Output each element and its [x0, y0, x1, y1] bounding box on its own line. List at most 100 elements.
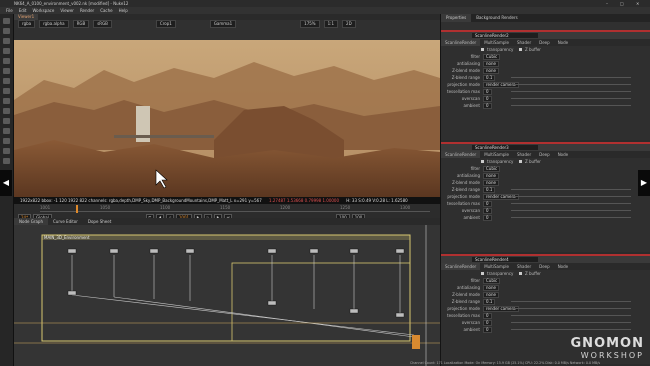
timeline-ruler[interactable]: 1001 1050 1100 1150 1200 1250 1300	[40, 205, 430, 213]
node-name-field[interactable]: ScanlineRender4	[472, 257, 538, 262]
selected-node[interactable]	[412, 335, 420, 349]
zoom-select[interactable]: 175%	[300, 20, 320, 28]
playhead[interactable]	[76, 205, 78, 213]
node[interactable]	[149, 248, 159, 254]
merge-tool-icon[interactable]	[3, 88, 10, 94]
property-slider[interactable]	[511, 91, 631, 92]
subtab-shader[interactable]: Shader	[513, 39, 535, 46]
node[interactable]	[267, 248, 277, 254]
menu-edit[interactable]: Edit	[19, 8, 27, 13]
input-b-select[interactable]: Gamma1	[209, 20, 237, 28]
filter-tool-icon[interactable]	[3, 68, 10, 74]
property-value[interactable]: 0	[483, 103, 492, 109]
subtab-multisample[interactable]: MultiSample	[480, 263, 513, 270]
lut-select[interactable]: sRGB	[93, 20, 112, 28]
property-slider[interactable]	[511, 322, 631, 323]
transform-tool-icon[interactable]	[3, 98, 10, 104]
property-slider[interactable]	[511, 315, 631, 316]
node[interactable]	[267, 300, 277, 306]
ratio-select[interactable]: 1:1	[323, 20, 339, 28]
draw-tool-icon[interactable]	[3, 28, 10, 34]
node[interactable]	[67, 290, 77, 296]
node-name-field[interactable]: ScanlineRender3	[472, 145, 538, 150]
close-button[interactable]: ✕	[636, 1, 639, 6]
subtab-shader[interactable]: Shader	[513, 263, 535, 270]
prev-arrow-icon[interactable]: ◀	[0, 170, 12, 196]
minimize-button[interactable]: –	[606, 1, 608, 6]
property-value[interactable]: 0	[483, 215, 492, 221]
transparency-checkbox[interactable]	[481, 48, 484, 51]
tab-background-renders[interactable]: Background Renders	[471, 14, 522, 22]
subtab-multisample[interactable]: MultiSample	[480, 39, 513, 46]
subtab-node[interactable]: Node	[554, 39, 572, 46]
property-slider[interactable]	[511, 196, 631, 197]
layer-select[interactable]: rgba.alpha	[39, 20, 69, 28]
subtab-scanlinerender[interactable]: ScanlineRender	[441, 39, 481, 46]
subtab-shader[interactable]: Shader	[513, 151, 535, 158]
subtab-deep[interactable]: Deep	[535, 39, 554, 46]
colorspace-select[interactable]: RGB	[72, 20, 90, 28]
metadata-tool-icon[interactable]	[3, 138, 10, 144]
3d-tool-icon[interactable]	[3, 108, 10, 114]
subtab-deep[interactable]: Deep	[535, 263, 554, 270]
tab-dope-sheet[interactable]: Dope Sheet	[83, 218, 116, 225]
property-value[interactable]: 0	[483, 327, 492, 333]
menu-cache[interactable]: Cache	[100, 8, 112, 13]
property-slider[interactable]	[511, 210, 631, 211]
deep-tool-icon[interactable]	[3, 128, 10, 134]
property-slider[interactable]	[511, 84, 631, 85]
views-tool-icon[interactable]	[3, 118, 10, 124]
image-tool-icon[interactable]	[3, 18, 10, 24]
channels-select[interactable]: rgba	[18, 20, 36, 28]
viewer-image[interactable]	[14, 40, 440, 198]
channel-tool-icon[interactable]	[3, 48, 10, 54]
property-slider[interactable]	[511, 105, 631, 106]
zbuffer-checkbox[interactable]	[519, 160, 522, 163]
node[interactable]	[109, 248, 119, 254]
property-slider[interactable]	[511, 203, 631, 204]
property-slider[interactable]	[511, 77, 631, 78]
property-slider[interactable]	[511, 189, 631, 190]
node[interactable]	[185, 248, 195, 254]
keyer-tool-icon[interactable]	[3, 78, 10, 84]
node[interactable]	[67, 248, 77, 254]
color-tool-icon[interactable]	[3, 58, 10, 64]
transparency-checkbox[interactable]	[481, 160, 484, 163]
menu-viewer[interactable]: Viewer	[60, 8, 74, 13]
next-arrow-icon[interactable]: ▶	[638, 170, 650, 196]
node[interactable]	[349, 308, 359, 314]
subtab-node[interactable]: Node	[554, 263, 572, 270]
other-tool-icon[interactable]	[3, 158, 10, 164]
tab-properties[interactable]: Properties	[441, 14, 472, 22]
subtab-multisample[interactable]: MultiSample	[480, 151, 513, 158]
menu-help[interactable]: Help	[119, 8, 128, 13]
tab-curve-editor[interactable]: Curve Editor	[48, 218, 83, 225]
zbuffer-checkbox[interactable]	[519, 48, 522, 51]
menu-workspace[interactable]: Workspace	[32, 8, 54, 13]
transparency-checkbox[interactable]	[481, 272, 484, 275]
node[interactable]	[395, 312, 405, 318]
property-slider[interactable]	[511, 308, 631, 309]
node[interactable]	[349, 248, 359, 254]
subtab-node[interactable]: Node	[554, 151, 572, 158]
menu-file[interactable]: File	[6, 8, 13, 13]
subtab-scanlinerender[interactable]: ScanlineRender	[441, 151, 481, 158]
input-a-select[interactable]: Crop1	[155, 20, 176, 28]
property-slider[interactable]	[511, 329, 631, 330]
mode-select[interactable]: 2D	[342, 20, 356, 28]
property-slider[interactable]	[511, 301, 631, 302]
node-graph-canvas[interactable]: MAIN_3D_Environment	[14, 225, 440, 366]
subtab-scanlinerender[interactable]: ScanlineRender	[441, 263, 481, 270]
menu-render[interactable]: Render	[80, 8, 94, 13]
tab-node-graph[interactable]: Node Graph	[14, 218, 48, 225]
time-tool-icon[interactable]	[3, 38, 10, 44]
zbuffer-checkbox[interactable]	[519, 272, 522, 275]
node[interactable]	[309, 248, 319, 254]
toolsets-tool-icon[interactable]	[3, 148, 10, 154]
subtab-deep[interactable]: Deep	[535, 151, 554, 158]
property-slider[interactable]	[511, 217, 631, 218]
property-slider[interactable]	[511, 98, 631, 99]
node[interactable]	[395, 248, 405, 254]
maximize-button[interactable]: □	[620, 1, 624, 6]
node-name-field[interactable]: ScanlineRender2	[472, 33, 538, 38]
